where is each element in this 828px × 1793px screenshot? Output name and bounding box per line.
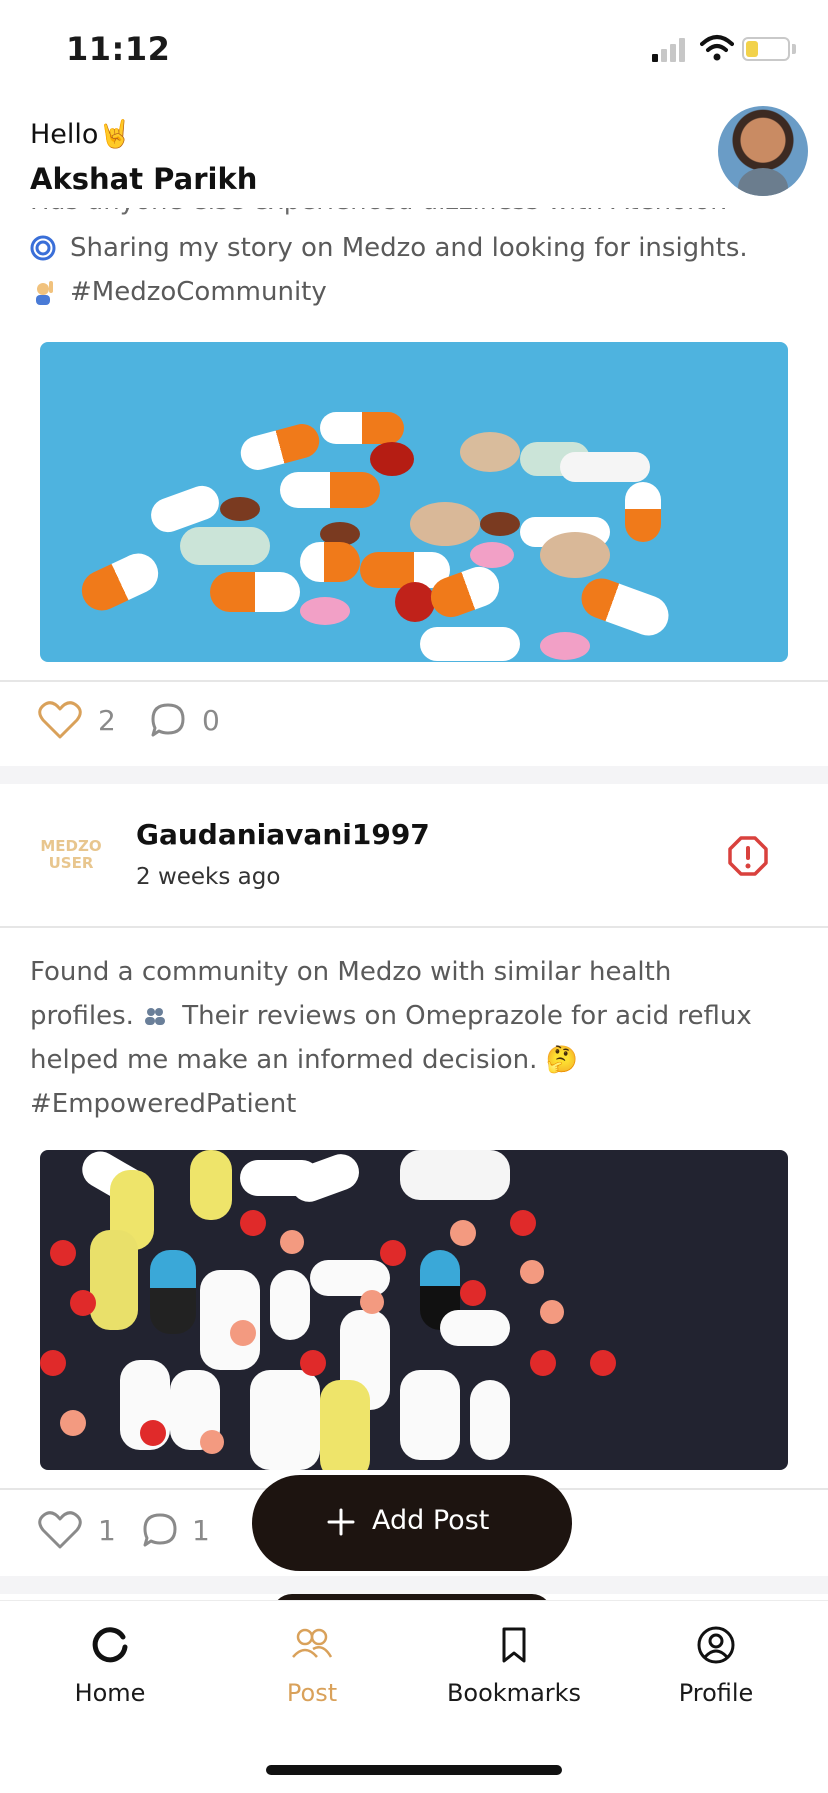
nav-post[interactable]: Post: [232, 1625, 392, 1707]
nav-bookmarks[interactable]: Bookmarks: [434, 1625, 594, 1707]
post-author-row: MEDZO USER Gaudaniavani1997 2 weeks ago: [0, 790, 828, 920]
status-time: 11:12: [66, 30, 171, 68]
add-post-label: Add Post: [372, 1505, 490, 1536]
comment-count: 0: [202, 704, 220, 737]
app-header: Hello🤘 Akshat Parikh: [0, 100, 828, 208]
home-indicator: [266, 1765, 562, 1775]
post-line: #MedzoCommunity: [30, 270, 800, 314]
user-name: Akshat Parikh: [30, 162, 258, 196]
comment-icon[interactable]: [150, 702, 186, 738]
person-raising-hand-emoji-icon: [36, 281, 53, 305]
add-post-button[interactable]: Add Post: [252, 1475, 572, 1571]
avatar[interactable]: [718, 106, 808, 196]
profile-icon: [697, 1626, 735, 1664]
cyclone-emoji-icon: [30, 235, 56, 261]
post-image-pills-dark[interactable]: [40, 1150, 788, 1470]
comment-icon[interactable]: [142, 1512, 178, 1548]
comment-count: 1: [192, 1514, 210, 1547]
bottom-navigation: Home Post Bookmarks Profile: [0, 1600, 828, 1793]
post-image-pills-blue[interactable]: [40, 342, 788, 662]
home-icon: [92, 1627, 128, 1663]
author-name[interactable]: Gaudaniavani1997: [136, 818, 430, 851]
battery-tip: [792, 44, 796, 54]
nav-profile[interactable]: Profile: [636, 1625, 796, 1707]
plus-icon: [327, 1508, 355, 1536]
divider: [0, 926, 828, 928]
post-separator: [0, 1576, 828, 1594]
report-icon[interactable]: [728, 836, 768, 876]
like-icon[interactable]: [38, 1510, 82, 1550]
cellular-signal-icon: [652, 38, 688, 62]
post-timestamp: 2 weeks ago: [136, 864, 281, 890]
post-text: Found a community on Medzo with similar …: [30, 957, 752, 1119]
divider: [0, 680, 828, 682]
battery-icon: [742, 37, 790, 61]
like-icon[interactable]: [38, 700, 82, 740]
post-text: Sharing my story on Medzo and looking fo…: [30, 226, 800, 314]
status-bar: 11:12: [0, 0, 828, 100]
like-count: 2: [98, 704, 116, 737]
busts-emoji-icon: [145, 1008, 166, 1025]
nav-home[interactable]: Home: [30, 1625, 190, 1707]
like-count: 1: [98, 1514, 116, 1547]
post-separator: [0, 766, 828, 784]
community-icon: [292, 1628, 333, 1658]
medzo-user-logo: MEDZO USER: [40, 837, 102, 872]
bookmark-icon: [502, 1627, 526, 1663]
greeting: Hello🤘: [30, 119, 133, 150]
wifi-icon: [700, 35, 734, 61]
feed[interactable]: Has anyone else experienced dizziness wi…: [0, 0, 828, 1600]
post-line: Sharing my story on Medzo and looking fo…: [30, 226, 800, 270]
